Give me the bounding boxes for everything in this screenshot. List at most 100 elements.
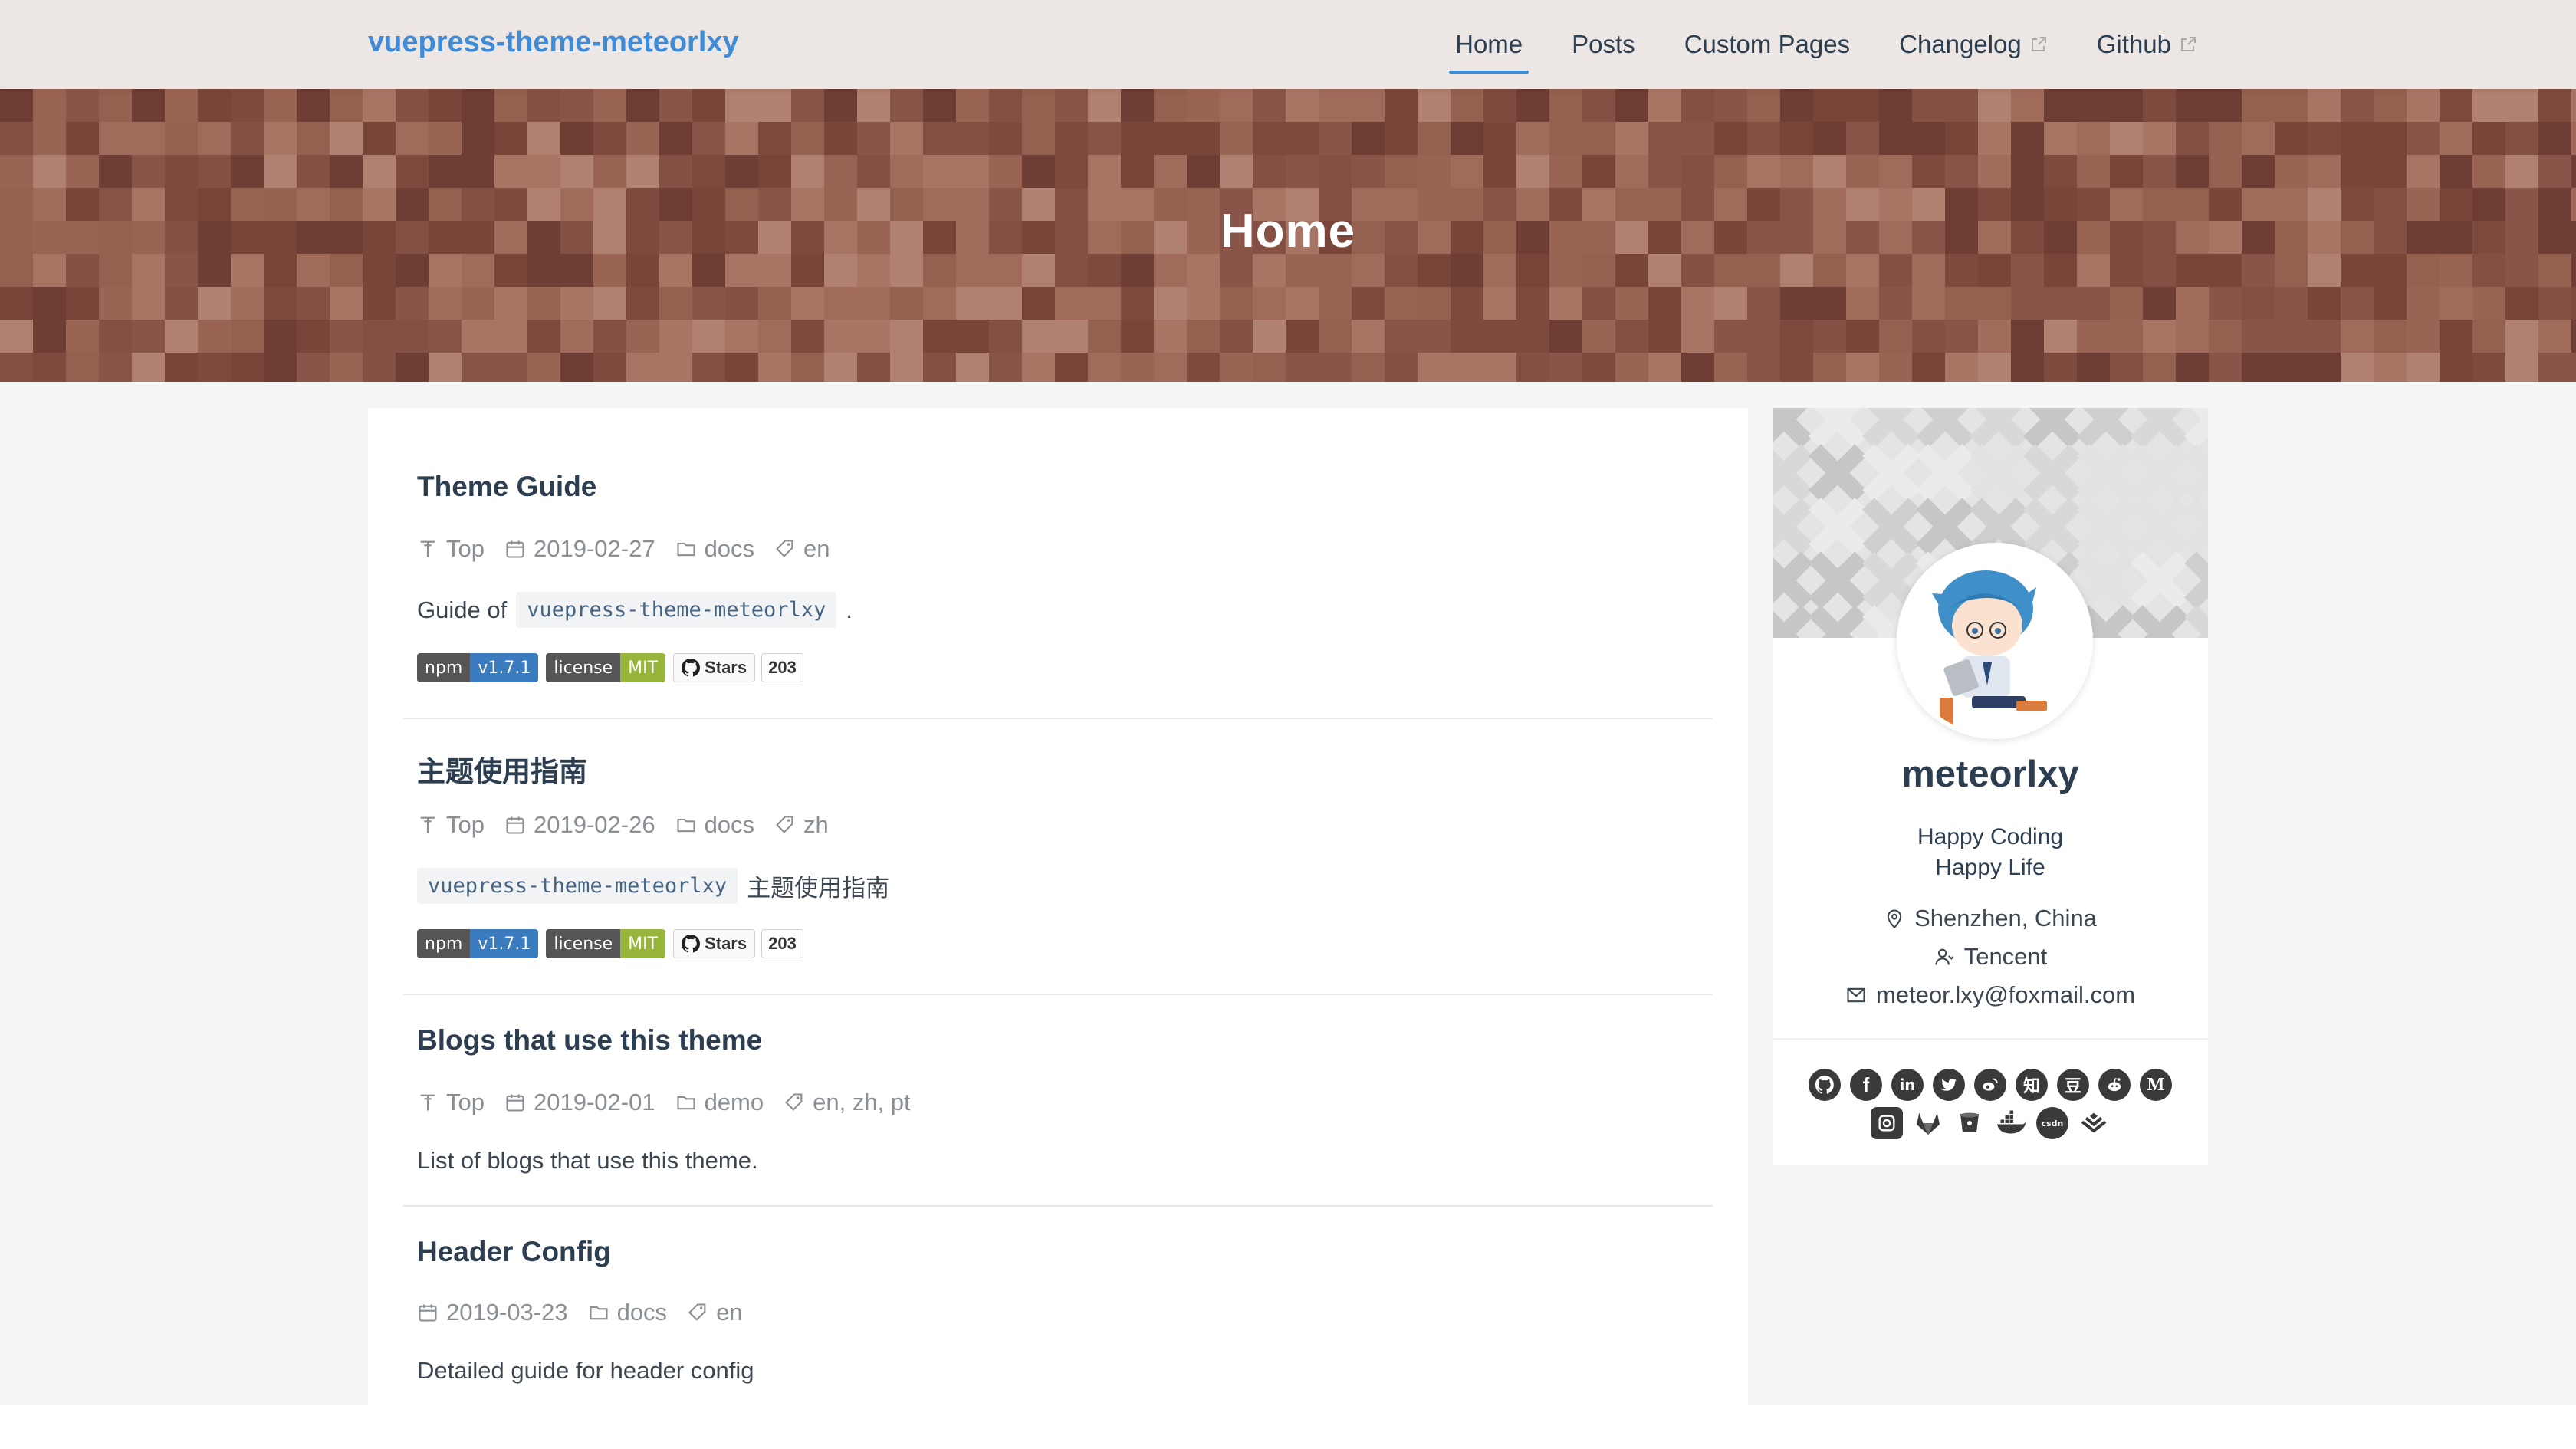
badge-value: v1.7.1 (470, 653, 539, 682)
facebook-icon[interactable]: f (1850, 1069, 1882, 1101)
folder-icon (677, 542, 695, 557)
post-category[interactable]: docs (675, 811, 754, 839)
calendar-icon (506, 1094, 524, 1112)
calendar-icon (506, 540, 524, 558)
gitlab-icon[interactable] (1912, 1107, 1944, 1139)
date-text: 2019-03-23 (446, 1299, 568, 1326)
douban-glyph: 豆 (2064, 1077, 2082, 1096)
profile-divider (1773, 1038, 2208, 1040)
badge-label: npm (417, 653, 471, 682)
weibo-icon[interactable] (1974, 1069, 2006, 1101)
medium-icon[interactable]: M (2140, 1069, 2172, 1101)
category-text: docs (704, 535, 755, 562)
avatar-image (1901, 547, 2088, 734)
post-summary: List of blogs that use this theme. (417, 1147, 758, 1174)
pin-top-icon (420, 1094, 435, 1111)
post-category[interactable]: docs (675, 535, 754, 563)
tags-text: en (803, 535, 830, 562)
nav-posts[interactable]: Posts (1566, 0, 1641, 89)
post-title[interactable]: Header Config (417, 1236, 611, 1268)
csdn-icon[interactable]: csdn (2036, 1107, 2068, 1139)
npm-version-badge[interactable]: npm v1.7.1 (417, 929, 539, 958)
post-divider (403, 1205, 1713, 1207)
external-link-icon (2031, 37, 2046, 51)
post-tags[interactable]: zh (774, 811, 829, 839)
instagram-icon[interactable] (1871, 1107, 1903, 1139)
nav-home[interactable]: Home (1449, 0, 1530, 89)
category-text: docs (704, 811, 755, 838)
post-tags[interactable]: en, zh, pt (784, 1089, 911, 1116)
twitter-icon[interactable] (1933, 1069, 1965, 1101)
summary-text: Guide of (417, 596, 508, 623)
organization-icon (1935, 948, 1954, 965)
medium-glyph: M (2147, 1074, 2165, 1095)
post-date: 2019-02-26 (504, 811, 656, 839)
post-tags[interactable]: en (687, 1299, 743, 1326)
profile-email[interactable]: meteor.lxy@foxmail.com (1773, 981, 2208, 1009)
post-category[interactable]: demo (675, 1089, 764, 1116)
avatar (1897, 543, 2093, 739)
tags-text: en (716, 1299, 743, 1326)
top-marker: Top (417, 1089, 485, 1116)
brand-link[interactable]: vuepress-theme-meteorlxy (368, 26, 739, 59)
profile-bio: Happy Coding Happy Life (1773, 822, 2208, 883)
summary-suffix: . (846, 596, 853, 623)
douban-icon[interactable]: 豆 (2057, 1069, 2089, 1101)
post-title[interactable]: Blogs that use this theme (417, 1024, 762, 1056)
post-summary: Detailed guide for header config (417, 1357, 754, 1384)
github-icon (682, 659, 701, 677)
license-badge[interactable]: license MIT (546, 929, 666, 958)
nav-links: Home Posts Custom Pages Changelog Github (1449, 0, 2203, 89)
navbar: vuepress-theme-meteorlxy Home Posts Cust… (0, 0, 2576, 89)
organization-text: Tencent (1963, 943, 2048, 970)
nav-changelog[interactable]: Changelog (1893, 0, 2054, 89)
nav-home-label: Home (1455, 30, 1523, 58)
post-tags[interactable]: en (774, 535, 830, 563)
post-title[interactable]: Theme Guide (417, 471, 596, 503)
badge-value: MIT (620, 653, 666, 682)
zhihu-icon[interactable]: 知 (2016, 1069, 2048, 1101)
tags-text: zh (803, 811, 829, 838)
docker-icon[interactable] (1995, 1107, 2027, 1139)
badge-label: license (546, 653, 621, 682)
github-stars-badge[interactable]: Stars 203 (673, 929, 803, 958)
social-links-row-1: f in 知 豆 M (1773, 1069, 2208, 1101)
stars-label: Stars (705, 934, 748, 953)
pin-top-icon (420, 816, 435, 833)
post-meta: Top 2019-02-27 docs en (417, 535, 830, 563)
post-category[interactable]: docs (588, 1299, 667, 1326)
github-stars-badge[interactable]: Stars 203 (673, 653, 803, 682)
stars-button: Stars (673, 653, 756, 682)
nav-github[interactable]: Github (2091, 0, 2203, 89)
juejin-icon[interactable] (2078, 1107, 2110, 1139)
profile-name: meteorlxy (1901, 754, 2079, 795)
date-text: 2019-02-27 (533, 535, 656, 562)
calendar-icon (506, 816, 524, 834)
top-marker: Top (417, 535, 485, 563)
post-title[interactable]: 主题使用指南 (417, 748, 587, 790)
reddit-icon[interactable] (2098, 1069, 2131, 1101)
github-icon[interactable] (1809, 1069, 1841, 1101)
profile-organization: Tencent (1773, 943, 2208, 971)
profile-card: meteorlxy Happy Coding Happy Life Shenzh… (1773, 408, 2208, 1165)
tag-icon (776, 816, 794, 833)
badge-value: MIT (620, 929, 666, 958)
zhihu-glyph: 知 (2022, 1077, 2040, 1096)
nav-custom-pages[interactable]: Custom Pages (1678, 0, 1856, 89)
bio-line: Happy Coding (1917, 824, 2064, 849)
header-banner: Home (0, 89, 2576, 382)
date-text: 2019-02-01 (533, 1089, 656, 1116)
npm-version-badge[interactable]: npm v1.7.1 (417, 653, 539, 682)
calendar-icon (419, 1304, 437, 1322)
linkedin-icon[interactable]: in (1891, 1069, 1924, 1101)
license-badge[interactable]: license MIT (546, 653, 666, 682)
stars-count: 203 (761, 653, 803, 682)
top-label: Top (446, 1089, 485, 1116)
summary-suffix: 主题使用指南 (747, 875, 890, 902)
post-date: 2019-03-23 (417, 1299, 568, 1326)
bitbucket-icon[interactable] (1953, 1107, 1986, 1139)
tag-icon (688, 1303, 706, 1321)
top-label: Top (446, 535, 485, 562)
inline-code: vuepress-theme-meteorlxy (516, 592, 837, 628)
post-meta: Top 2019-02-26 docs zh (417, 811, 829, 839)
